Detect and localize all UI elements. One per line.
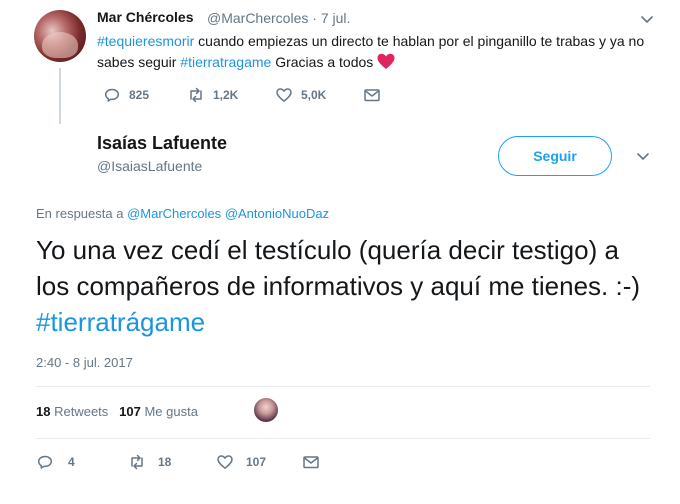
direct-message-button[interactable] [302,453,320,471]
reply-count: 4 [68,455,75,469]
retweet-button[interactable]: 1,2K [187,86,238,104]
chevron-down-icon[interactable] [638,10,656,28]
hashtag-link[interactable]: #tierratragame [180,54,271,70]
retweet-count: 1,2K [213,88,239,102]
reply-prefix: En respuesta a [36,206,128,221]
heart-outline-icon [276,88,292,102]
heart-outline-icon [217,455,233,469]
tweet-text: #tequieresmorir cuando empiezas un direc… [97,31,657,76]
tweet-date[interactable]: 7 jul. [321,10,351,26]
author-handle-and-date[interactable]: @MarChercoles · 7 jul. [207,10,350,26]
reply-count: 825 [129,88,150,102]
follow-button[interactable]: Seguir [498,136,612,176]
author-handle[interactable]: @MarChercoles [207,10,308,26]
envelope-icon [303,456,319,469]
tweet-actions: 4 18 107 [36,453,356,473]
retweet-icon [131,454,143,470]
like-button[interactable]: 107 [216,453,266,471]
heart-icon [377,53,395,76]
envelope-icon [364,89,380,102]
retweets-label[interactable]: Retweets [54,404,108,419]
reply-context: En respuesta a @MarChercoles @AntonioNuo… [36,206,329,221]
mention-link[interactable]: @MarChercoles [127,206,221,221]
chevron-down-icon[interactable] [634,147,652,165]
retweet-icon [190,87,202,103]
author-name[interactable]: Isaías Lafuente [97,133,227,154]
thread-connector [59,68,61,124]
reply-icon [37,455,53,469]
liker-avatar[interactable] [254,398,278,422]
tweet-text-part: Gracias a todos [271,54,378,70]
tweet-timestamp[interactable]: 2:40 - 8 jul. 2017 [36,355,133,370]
separator: · [312,10,317,26]
retweet-button[interactable]: 18 [128,453,171,471]
tweet-text-part: Yo una vez cedí el testículo (quería dec… [36,235,655,301]
direct-message-button[interactable] [363,86,381,104]
author-name[interactable]: Mar Chércoles [97,9,193,25]
avatar[interactable] [34,10,86,62]
reply-icon [104,88,120,102]
hashtag-link[interactable]: #tequieresmorir [97,33,194,49]
retweets-count[interactable]: 18 [36,404,50,419]
divider [36,438,650,439]
likes-count[interactable]: 107 [119,404,141,419]
like-button[interactable]: 5,0K [275,86,326,104]
like-count: 5,0K [301,88,327,102]
reply-button[interactable]: 4 [36,453,75,471]
author-handle[interactable]: @IsaiasLafuente [97,158,202,174]
tweet-actions: 825 1,2K 5,0K [97,86,397,106]
tweet-stats: 18 Retweets 107 Me gusta [36,404,198,419]
retweet-count: 18 [158,455,172,469]
tweet-text: Yo una vez cedí el testículo (quería dec… [36,232,656,340]
reply-button[interactable]: 825 [103,86,149,104]
likes-label[interactable]: Me gusta [144,404,197,419]
hashtag-link[interactable]: #tierratrágame [36,307,205,337]
divider [36,386,650,387]
mention-link[interactable]: @AntonioNuoDaz [225,206,329,221]
like-count: 107 [246,455,267,469]
